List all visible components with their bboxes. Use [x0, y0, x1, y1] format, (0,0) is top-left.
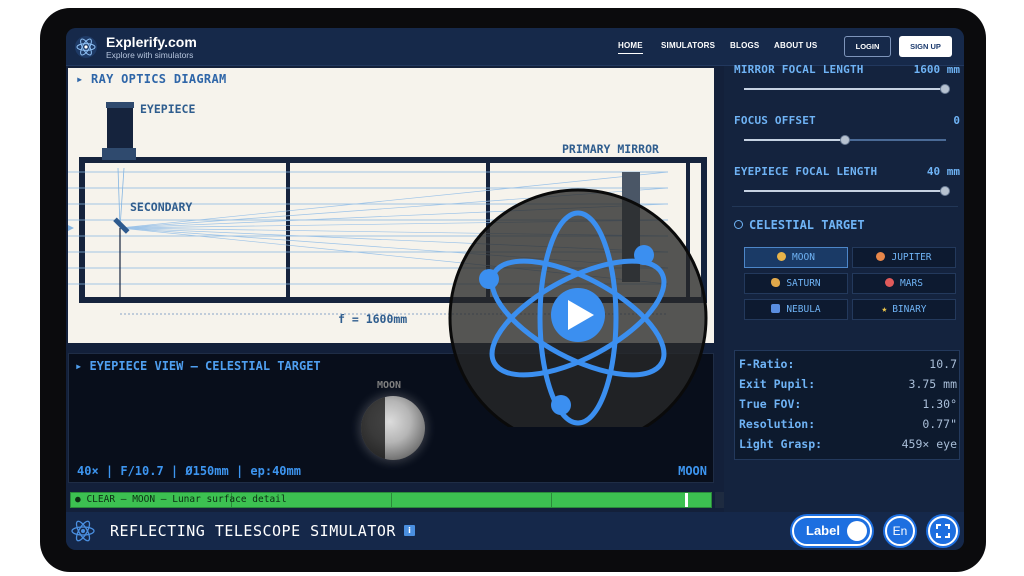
focus-offset-slider[interactable]: [744, 135, 946, 145]
star-icon: ★: [881, 304, 888, 315]
eyepiece-target-name: MOON: [678, 464, 707, 478]
top-nav: Explerify.com Explore with simulators HO…: [66, 28, 964, 66]
moon-image: [361, 396, 425, 460]
optics-stats: F-Ratio: 10.7 Exit Pupil: 3.75 mm True FOV…: [734, 350, 960, 460]
slider-knob[interactable]: [940, 186, 950, 196]
label-toggle[interactable]: Label: [792, 516, 872, 546]
focus-offset-label: FOCUS OFFSET: [734, 114, 816, 127]
target-nebula-button[interactable]: NEBULA: [744, 299, 848, 320]
primary-mirror-label: PRIMARY MIRROR: [562, 142, 659, 156]
fullscreen-button[interactable]: [928, 516, 958, 546]
target-saturn-button[interactable]: SATURN: [744, 273, 848, 294]
target-moon-button[interactable]: MOON: [744, 247, 848, 268]
eyepiece-focal-value: 40 mm: [926, 165, 960, 178]
moon-icon: [777, 252, 787, 261]
divider: [732, 206, 958, 207]
eyepiece-stats: 40× | F/10.7 | Ø150mm | ep:40mm: [77, 464, 301, 478]
jupiter-icon: [876, 252, 886, 261]
eyepiece-label: EYEPIECE: [140, 102, 196, 116]
mirror-focal-value: 1600 mm: [913, 63, 960, 76]
fullscreen-icon: [936, 524, 950, 538]
label-toggle-text: Label: [806, 523, 840, 538]
toggle-knob: [847, 521, 867, 541]
brand-name[interactable]: Explerify.com: [106, 34, 197, 50]
info-icon[interactable]: i: [404, 525, 415, 536]
nav-about-us[interactable]: ABOUT US: [774, 41, 817, 50]
target-binary-button[interactable]: ★ BINARY: [852, 299, 956, 320]
eyepiece-focal-slider[interactable]: [744, 186, 950, 196]
slider-knob[interactable]: [940, 84, 950, 94]
celestial-target-heading: CELESTIAL TARGET: [734, 218, 865, 232]
brand-tagline: Explore with simulators: [106, 50, 194, 60]
status-text: ● CLEAR — MOON — Lunar surface detail: [75, 494, 287, 505]
atom-icon: [71, 520, 95, 542]
status-bar: ● CLEAR — MOON — Lunar surface detail 96…: [70, 492, 745, 508]
target-jupiter-button[interactable]: JUPITER: [852, 247, 956, 268]
atom-logo-icon[interactable]: [74, 35, 98, 59]
saturn-icon: [771, 278, 781, 287]
nav-blogs[interactable]: BLOGS: [730, 41, 759, 50]
target-ring-icon: [734, 220, 743, 229]
signup-button[interactable]: SIGN UP: [899, 36, 952, 57]
eyepiece-focal-label: EYEPIECE FOCAL LENGTH: [734, 165, 878, 178]
moon-view-label: MOON: [377, 380, 402, 391]
bottom-bar: REFLECTING TELESCOPE SIMULATOR i Label E…: [66, 512, 964, 550]
mirror-focal-label: MIRROR FOCAL LENGTH: [734, 63, 864, 76]
app-screen: Explerify.com Explore with simulators HO…: [66, 28, 964, 550]
mars-icon: [885, 278, 895, 287]
ray-panel-title: ▸ RAY OPTICS DIAGRAM: [76, 72, 227, 86]
video-play-overlay[interactable]: [444, 183, 712, 427]
slider-knob[interactable]: [840, 135, 850, 145]
login-button[interactable]: LOGIN: [844, 36, 891, 57]
focal-length-label: f = 1600mm: [338, 312, 408, 326]
secondary-label: SECONDARY: [130, 200, 193, 214]
simulator-title: REFLECTING TELESCOPE SIMULATOR: [110, 522, 396, 540]
eyepiece-view-title: ▸ EYEPIECE VIEW — CELESTIAL TARGET: [75, 359, 321, 373]
nebula-icon: [771, 304, 781, 313]
language-button[interactable]: En: [885, 516, 915, 546]
target-mars-button[interactable]: MARS: [852, 273, 956, 294]
mirror-focal-slider[interactable]: [744, 84, 950, 94]
controls-panel: MIRROR FOCAL LENGTH 1600 mm FOCUS OFFSET…: [724, 63, 964, 512]
nav-simulators[interactable]: SIMULATORS: [661, 41, 715, 50]
focus-offset-value: 0: [953, 114, 960, 127]
nav-home[interactable]: HOME: [618, 41, 643, 54]
